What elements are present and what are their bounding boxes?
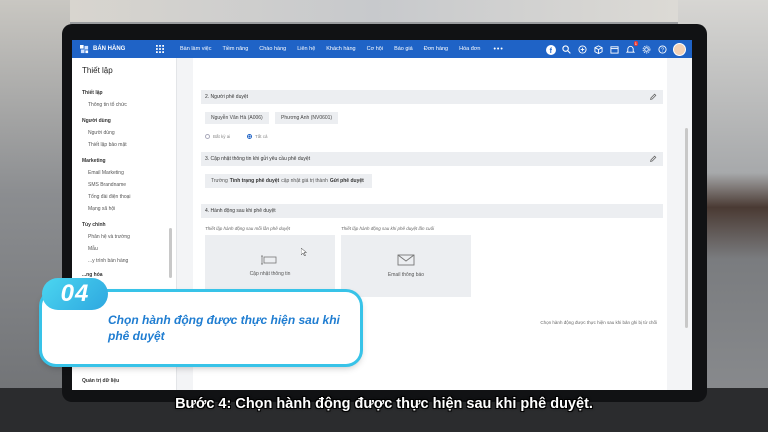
step-number-badge: 04 [42, 278, 108, 310]
sidebar-item-sales-process[interactable]: ...y trình bán hàng [72, 258, 176, 264]
action-email-notification-button[interactable]: Email thông báo [341, 235, 471, 297]
brand-name: BÁN HÀNG [93, 46, 126, 52]
approver-chip[interactable]: Nguyễn Văn Hà (A006) [205, 112, 269, 124]
section-approvers-title: 2. Người phê duyệt [205, 94, 249, 100]
notification-count-badge: 1 [633, 41, 638, 46]
radio-button-selected[interactable] [247, 134, 252, 139]
note-text: cập nhật giá trị thành [281, 178, 328, 184]
sidebar-title: Thiết lập [82, 66, 113, 75]
menu-khach-hang[interactable]: Khách hàng [326, 46, 362, 53]
section-approvers-header: 2. Người phê duyệt [201, 90, 663, 104]
brand[interactable]: BÁN HÀNG [72, 44, 148, 54]
app-grid-icon[interactable] [156, 45, 164, 53]
section-after-approval-header: 4. Hành động sau khi phê duyệt [201, 204, 663, 218]
menu-tiem-nang[interactable]: Tiềm năng [223, 46, 256, 53]
sidebar-item-sms-brandname[interactable]: SMS Brandname [72, 182, 176, 188]
update-field-icon [261, 255, 277, 265]
sidebar-section-marketing: Marketing [82, 158, 106, 164]
facebook-icon[interactable]: f [545, 44, 556, 55]
nav-icons: f 1 ? [545, 41, 686, 56]
after-each-approval-label: Thiết lập hành động sau mỗi lần phê duyệ… [205, 226, 291, 231]
sidebar-section-setup: Thiết lập [82, 90, 103, 96]
menu-co-hoi[interactable]: Cơ hội [367, 46, 390, 53]
sidebar-section-customize: Tùy chỉnh [82, 222, 106, 228]
sidebar-item-social-network[interactable]: Mạng xã hội [72, 206, 176, 212]
menu-ban-lam-viec[interactable]: Bàn làm việc [180, 46, 219, 53]
background-top [70, 0, 678, 22]
menu-bao-gia[interactable]: Báo giá [394, 46, 420, 53]
email-icon [397, 254, 415, 266]
sidebar-item-call-center[interactable]: Tổng đài điện thoại [72, 194, 176, 200]
radio-label: Bất kỳ ai [213, 134, 231, 139]
after-final-approval-label: Thiết lập hành động sau khi phê duyệt lầ… [341, 226, 435, 231]
brand-logo-icon [80, 44, 89, 53]
help-icon[interactable]: ? [657, 44, 668, 55]
sidebar-scrollbar[interactable] [169, 228, 172, 278]
top-navigation: BÁN HÀNG Bàn làm việc Tiềm năng Chào hàn… [72, 40, 692, 58]
add-icon[interactable] [577, 44, 588, 55]
menu-hoa-don[interactable]: Hóa đơn [459, 46, 487, 53]
action-email-label: Email thông báo [387, 272, 425, 278]
gear-icon[interactable] [641, 44, 652, 55]
menu-don-hang[interactable]: Đơn hàng [424, 46, 455, 53]
note-field-name: Tình trạng phê duyệt [229, 178, 280, 184]
note-field-value: Gửi phê duyệt [329, 178, 364, 184]
sidebar-item-modules-fields[interactable]: Phân hệ và trường [72, 234, 176, 240]
svg-text:?: ? [661, 48, 664, 54]
background-left [0, 0, 70, 432]
menu-lien-he[interactable]: Liên hệ [297, 46, 322, 53]
step-description: Chọn hành động được thực hiện sau khi ph… [108, 313, 340, 343]
user-avatar[interactable] [673, 43, 686, 56]
approver-chip[interactable]: Phương Anh (NV0601) [275, 112, 339, 124]
radio-any-approver[interactable]: Bất kỳ ai [205, 134, 230, 139]
section-update-info-header: 3. Cập nhật thông tin khi gửi yêu cầu ph… [201, 152, 663, 166]
action-update-info-button[interactable]: Cập nhật thông tin [205, 235, 335, 297]
edit-pencil-icon[interactable] [649, 155, 657, 163]
more-menu-button[interactable]: ••• [493, 46, 503, 53]
calendar-icon[interactable] [609, 44, 620, 55]
sidebar-section-data-admin: Quản trị dữ liệu [82, 378, 120, 384]
edit-pencil-icon[interactable] [649, 93, 657, 101]
main-scrollbar[interactable] [685, 128, 688, 328]
notification-bell-icon[interactable]: 1 [625, 41, 638, 55]
radio-all-approvers[interactable]: Tất cả [247, 134, 268, 139]
sidebar-item-users[interactable]: Người dùng [72, 130, 176, 136]
main-menu: Bàn làm việc Tiềm năng Chào hàng Liên hệ… [180, 46, 504, 53]
sidebar-item-organization-info[interactable]: Thông tin tổ chức [72, 102, 176, 108]
note-text: Trường [211, 178, 228, 184]
sidebar-item-templates[interactable]: Mẫu [72, 246, 176, 252]
update-field-note: Trường Tình trạng phê duyệt cập nhật giá… [205, 174, 372, 188]
search-icon[interactable] [561, 44, 572, 55]
section-after-approval-title: 4. Hành động sau khi phê duyệt [205, 208, 276, 214]
radio-button[interactable] [205, 134, 210, 139]
mouse-cursor-icon [301, 248, 307, 256]
step-number: 04 [60, 280, 90, 307]
sidebar-section-users: Người dùng [82, 118, 111, 124]
section-update-info-title: 3. Cập nhật thông tin khi gửi yêu cầu ph… [205, 156, 311, 162]
menu-chao-hang[interactable]: Chào hàng [259, 46, 293, 53]
radio-label: Tất cả [255, 134, 268, 139]
sidebar-item-security[interactable]: Thiết lập bảo mật [72, 142, 176, 148]
sidebar-item-email-marketing[interactable]: Email Marketing [72, 170, 176, 176]
box-icon[interactable] [593, 44, 604, 55]
reject-action-note: Chọn hành động được thực hiện sau khi bả… [540, 320, 657, 325]
video-caption: Bước 4: Chọn hành động được thực hiện sa… [175, 396, 593, 412]
action-update-info-label: Cập nhật thông tin [249, 271, 291, 277]
